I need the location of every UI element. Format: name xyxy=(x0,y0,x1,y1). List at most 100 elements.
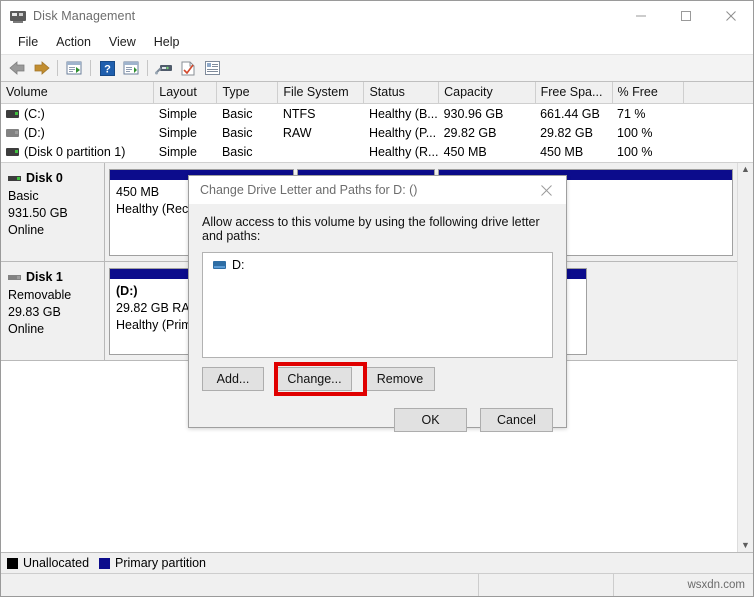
cell-percent-free: 71 % xyxy=(617,106,646,121)
status-middle xyxy=(478,574,613,596)
legend-label-primary-partition: Primary partition xyxy=(115,556,207,570)
legend-swatch-primary-partition xyxy=(99,557,111,569)
forward-icon[interactable] xyxy=(29,57,53,79)
cell-extra xyxy=(683,104,753,124)
dialog-footer-buttons: OK Cancel xyxy=(202,408,553,432)
volume-label: (D:) xyxy=(24,125,45,140)
cell-status: Healthy (B... xyxy=(368,106,438,121)
minimize-button[interactable] xyxy=(618,1,663,31)
list-item[interactable]: D: xyxy=(207,258,548,272)
menu-file[interactable]: File xyxy=(9,33,47,51)
toolbar: ? xyxy=(1,54,753,82)
svg-text:?: ? xyxy=(104,63,111,75)
cell-type: Basic xyxy=(221,125,253,140)
disk1-name: Disk 1 xyxy=(26,270,63,284)
rescan-disks-icon[interactable] xyxy=(152,57,176,79)
cell-type: Basic xyxy=(221,144,253,159)
disk1-title: Disk 1 xyxy=(8,269,104,286)
legend-item-unallocated: Unallocated xyxy=(7,556,89,570)
legend-label-unallocated: Unallocated xyxy=(23,556,90,570)
cell-volume: (C:) xyxy=(1,104,154,124)
legend: Unallocated Primary partition xyxy=(1,552,753,573)
cell-layout: Simple xyxy=(158,106,197,121)
column-header-capacity[interactable]: Capacity xyxy=(438,82,536,104)
disk1-size: 29.83 GB xyxy=(8,305,61,319)
disk1-type: Removable xyxy=(8,288,72,302)
help-icon[interactable]: ? xyxy=(95,57,119,79)
change-button[interactable]: Change... xyxy=(277,367,352,391)
maximize-button[interactable] xyxy=(663,1,708,31)
legend-swatch-unallocated xyxy=(7,557,18,569)
scroll-up-arrow-icon[interactable]: ▲ xyxy=(741,165,750,174)
cell-percent-free: 100 % xyxy=(617,125,653,140)
column-header-layout[interactable]: Layout xyxy=(153,82,218,104)
dialog-action-buttons: Add... Change... Remove xyxy=(202,362,553,396)
table-row[interactable]: (D:) Simple Basic RAW Healthy (P... 29.8… xyxy=(1,123,753,142)
menu-help[interactable]: Help xyxy=(145,33,189,51)
cell-file-system xyxy=(278,142,364,161)
column-header-extra[interactable] xyxy=(683,82,753,104)
column-header-volume[interactable]: Volume xyxy=(1,82,155,104)
disk-icon xyxy=(8,275,21,280)
cell-layout: Simple xyxy=(158,144,197,159)
disk1-info[interactable]: Disk 1 Removable 29.83 GB Online xyxy=(1,262,105,360)
ok-button[interactable]: OK xyxy=(394,408,467,432)
toolbar-separator xyxy=(57,60,58,76)
table-row[interactable]: (Disk 0 partition 1) Simple Basic Health… xyxy=(1,142,753,161)
cell-free-space: 661.44 GB xyxy=(540,106,600,121)
column-header-file-system[interactable]: File System xyxy=(277,82,365,104)
remove-button[interactable]: Remove xyxy=(365,367,435,391)
disk-management-window: Disk Management File Action View Help ? … xyxy=(0,0,754,597)
volume-label: (Disk 0 partition 1) xyxy=(24,144,126,159)
cell-capacity: 29.82 GB xyxy=(443,125,497,140)
legend-item-primary-partition: Primary partition xyxy=(99,556,206,570)
cell-percent-free: 100 % xyxy=(617,144,653,159)
disk1-state: Online xyxy=(8,322,45,336)
scroll-down-arrow-icon[interactable]: ▼ xyxy=(741,541,750,550)
cell-layout: Simple xyxy=(158,125,197,140)
title-bar: Disk Management xyxy=(1,1,753,31)
column-header-status[interactable]: Status xyxy=(363,82,440,104)
menu-view[interactable]: View xyxy=(100,33,145,51)
drive-icon xyxy=(6,147,19,156)
cell-type: Basic xyxy=(221,106,253,121)
show-hide-console-tree-icon[interactable] xyxy=(62,57,86,79)
column-header-type[interactable]: Type xyxy=(216,82,279,104)
dialog-body: Allow access to this volume by using the… xyxy=(189,204,566,432)
detail-view-icon[interactable] xyxy=(200,57,224,79)
dialog-title: Change Drive Letter and Paths for D: () xyxy=(200,183,418,197)
cell-file-system: RAW xyxy=(282,125,312,140)
table-row[interactable]: (C:) Simple Basic NTFS Healthy (B... 930… xyxy=(1,104,753,124)
disk0-type: Basic xyxy=(8,189,39,203)
cell-capacity: 930.96 GB xyxy=(443,106,504,121)
disk-icon xyxy=(8,176,21,181)
cell-extra xyxy=(683,123,753,142)
volume-table: Volume Layout Type File System Status Ca… xyxy=(1,82,753,162)
status-right-watermark: wsxdn.com xyxy=(613,574,753,596)
dialog-close-button[interactable] xyxy=(526,176,566,204)
cell-free-space: 450 MB xyxy=(540,144,584,159)
vertical-scrollbar[interactable]: ▲ ▼ xyxy=(737,163,753,552)
show-hide-action-pane-icon[interactable] xyxy=(119,57,143,79)
column-header-percent-free[interactable]: % Free xyxy=(612,82,684,104)
menu-action[interactable]: Action xyxy=(47,33,100,51)
cell-volume: (Disk 0 partition 1) xyxy=(1,142,154,161)
volume-label: (C:) xyxy=(24,106,45,121)
column-header-free-space[interactable]: Free Spa... xyxy=(535,82,613,104)
cell-status: Healthy (R... xyxy=(368,144,439,159)
properties-icon[interactable] xyxy=(176,57,200,79)
drive-icon xyxy=(6,109,19,118)
add-button[interactable]: Add... xyxy=(202,367,264,391)
window-title: Disk Management xyxy=(33,9,136,23)
menu-bar: File Action View Help xyxy=(1,31,753,54)
disk-management-icon xyxy=(10,8,26,24)
disk0-size: 931.50 GB xyxy=(8,206,68,220)
toolbar-separator xyxy=(147,60,148,76)
dialog-title-bar: Change Drive Letter and Paths for D: () xyxy=(189,176,566,204)
back-icon[interactable] xyxy=(5,57,29,79)
drive-paths-listbox[interactable]: D: xyxy=(202,252,553,358)
disk0-info[interactable]: Disk 0 Basic 931.50 GB Online xyxy=(1,163,105,261)
close-button[interactable] xyxy=(708,1,753,31)
volume-list[interactable]: Volume Layout Type File System Status Ca… xyxy=(1,82,753,163)
cancel-button[interactable]: Cancel xyxy=(480,408,553,432)
